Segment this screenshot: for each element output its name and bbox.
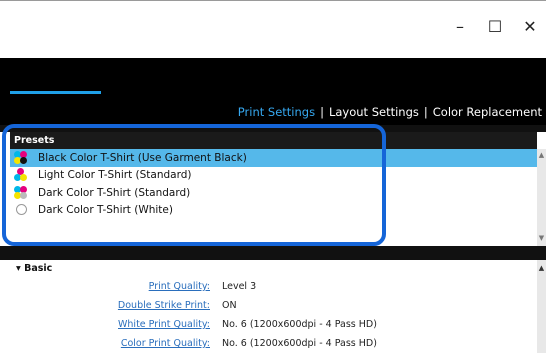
setting-label[interactable]: Double Strike Print: <box>10 300 222 311</box>
setting-value: Level 3 <box>222 281 257 292</box>
collapse-icon: ▾ <box>16 263 25 274</box>
title-bar: – ☐ ✕ <box>0 0 546 59</box>
scroll-down-icon[interactable]: ▼ <box>537 234 546 244</box>
basic-header[interactable]: ▾ Basic <box>10 260 537 277</box>
cmyk-icon <box>14 150 28 165</box>
tab-color-replacement[interactable]: Color Replacement <box>433 105 542 119</box>
presets-title: Presets <box>10 132 537 149</box>
settings-tabs: Print Settings | Layout Settings | Color… <box>238 100 542 124</box>
setting-row: White Print Quality: No. 6 (1200x600dpi … <box>10 315 537 334</box>
close-button[interactable]: ✕ <box>519 15 541 37</box>
preset-item[interactable]: Dark Color T-Shirt (Standard) <box>10 184 537 202</box>
maximize-button[interactable]: ☐ <box>484 15 506 37</box>
presets-panel: Presets Black Color T-Shirt (Use Garment… <box>10 132 537 246</box>
cmy-icon <box>14 168 28 182</box>
preset-label: Dark Color T-Shirt (White) <box>38 204 173 217</box>
minimize-icon: – <box>456 16 464 36</box>
basic-title: Basic <box>24 263 53 274</box>
cmyk-icon <box>14 185 28 200</box>
tab-separator: | <box>320 105 324 119</box>
close-icon: ✕ <box>523 16 537 36</box>
setting-label[interactable]: White Print Quality: <box>10 319 222 330</box>
setting-value: ON <box>222 300 237 311</box>
divider <box>0 125 546 132</box>
setting-label[interactable]: Print Quality: <box>10 281 222 292</box>
white-icon <box>14 203 28 217</box>
setting-row: Double Strike Print: ON <box>10 296 537 315</box>
basic-panel: ▾ Basic Print Quality: Level 3 Double St… <box>10 260 537 353</box>
accent-bar <box>10 91 101 94</box>
preset-item[interactable]: Light Color T-Shirt (Standard) <box>10 167 537 185</box>
presets-scrollbar[interactable] <box>537 149 546 246</box>
preset-item[interactable]: Dark Color T-Shirt (White) <box>10 202 537 220</box>
setting-value: No. 6 (1200x600dpi - 4 Pass HD) <box>222 338 377 349</box>
preset-label: Light Color T-Shirt (Standard) <box>38 169 192 182</box>
setting-row: Color Print Quality: No. 6 (1200x600dpi … <box>10 334 537 353</box>
tab-layout-settings[interactable]: Layout Settings <box>329 105 419 119</box>
setting-row: Print Quality: Level 3 <box>10 277 537 296</box>
scroll-up-icon[interactable]: ▲ <box>537 151 546 161</box>
preset-item[interactable]: Black Color T-Shirt (Use Garment Black) <box>10 149 537 167</box>
setting-label[interactable]: Color Print Quality: <box>10 338 222 349</box>
minimize-button[interactable]: – <box>449 15 471 37</box>
preset-label: Dark Color T-Shirt (Standard) <box>38 186 191 199</box>
tab-print-settings[interactable]: Print Settings <box>238 105 315 119</box>
maximize-icon: ☐ <box>487 16 503 36</box>
tab-separator: | <box>423 105 428 119</box>
setting-value: No. 6 (1200x600dpi - 4 Pass HD) <box>222 319 377 330</box>
scroll-up-icon[interactable]: ▲ <box>537 264 546 274</box>
preset-label: Black Color T-Shirt (Use Garment Black) <box>38 151 247 164</box>
divider <box>0 246 546 260</box>
